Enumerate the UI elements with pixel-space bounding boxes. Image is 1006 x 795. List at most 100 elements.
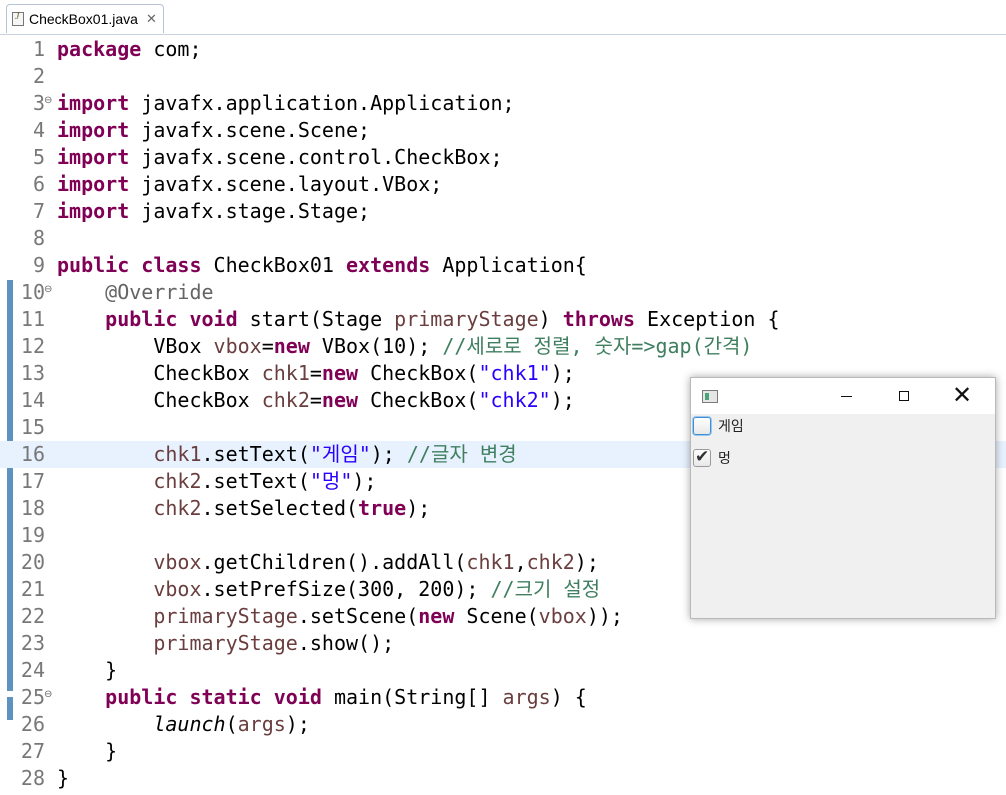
code-token: Exception { <box>635 307 780 331</box>
code-line[interactable]: 7 import javafx.stage.Stage; <box>0 198 1006 225</box>
code-token: CheckBox <box>57 361 262 385</box>
close-window-button[interactable]: ✕ <box>933 378 991 414</box>
code-token: CheckBox01 <box>201 253 346 277</box>
line-number: 1 <box>32 37 45 61</box>
code-line[interactable]: 6 import javafx.scene.layout.VBox; <box>0 171 1006 198</box>
code-token: ); <box>370 442 407 466</box>
code-token: new <box>273 334 310 358</box>
code-token: VBox(10); <box>309 334 443 358</box>
code-text: vbox.setPrefSize(300, 200); //크기 설정 <box>57 576 600 603</box>
code-token: vbox <box>538 604 587 628</box>
code-token: chk2 <box>526 550 575 574</box>
line-number: 26 <box>20 712 45 736</box>
code-token: ); <box>550 388 575 412</box>
code-token: primaryStage <box>394 307 539 331</box>
code-text: primaryStage.setScene(new Scene(vbox)); <box>57 603 623 630</box>
code-line[interactable]: 9 public class CheckBox01 extends Applica… <box>0 252 1006 279</box>
code-line[interactable]: 10 ⊖ @Override <box>0 279 1006 306</box>
code-text: @Override <box>57 279 214 306</box>
code-token: "chk1" <box>478 361 551 385</box>
code-line[interactable]: 8 <box>0 225 1006 252</box>
code-text: CheckBox chk1=new CheckBox("chk1"); <box>57 360 574 387</box>
code-line[interactable]: 12 VBox vbox=new VBox(10); //세로로 정렬, 숫자=… <box>0 333 1006 360</box>
code-token: ); <box>285 712 310 736</box>
code-line[interactable]: 27 } <box>0 738 1006 765</box>
maximize-button[interactable] <box>875 378 933 414</box>
code-token: .setText( <box>201 469 310 493</box>
fold-toggle-icon[interactable]: ⊖ <box>44 689 52 700</box>
code-token: chk2 <box>261 388 310 412</box>
code-text: vbox.getChildren().addAll(chk1,chk2); <box>57 549 599 576</box>
checkbox-label: 멍 <box>718 450 731 466</box>
editor-tab-checkbox01[interactable]: CheckBox01.java ✕ <box>6 4 164 33</box>
code-token: Application{ <box>430 253 587 277</box>
code-token: start(Stage <box>237 307 395 331</box>
line-number: 23 <box>20 631 45 655</box>
line-number: 13 <box>20 361 45 385</box>
code-line[interactable]: 28} <box>0 765 1006 792</box>
checkbox-meong[interactable]: ✔ 멍 <box>693 447 731 468</box>
code-token: new <box>321 361 359 385</box>
code-token: primaryStage <box>153 631 298 655</box>
code-token: javafx.stage.Stage; <box>129 199 371 223</box>
code-line[interactable]: 3 ⊖ import javafx.application.Application; <box>0 90 1006 117</box>
code-token: , <box>514 550 527 574</box>
checkbox-game[interactable]: 게임 <box>693 416 744 436</box>
code-text: import javafx.stage.Stage; <box>57 198 370 225</box>
code-token: .getChildren().addAll( <box>201 550 467 574</box>
close-tab-icon[interactable]: ✕ <box>146 11 157 27</box>
line-number: 10 <box>20 280 45 304</box>
window-titlebar[interactable]: ✕ <box>691 378 995 414</box>
code-token: new <box>418 604 455 628</box>
app-icon <box>702 390 718 403</box>
code-line[interactable]: 25 ⊖ public static void main(String[] arg… <box>0 684 1006 711</box>
code-text: import javafx.scene.Scene; <box>57 117 370 144</box>
line-number: 6 <box>32 172 45 196</box>
code-text: chk2.setSelected(true); <box>57 495 430 522</box>
code-line[interactable]: 2 <box>0 63 1006 90</box>
code-token: @Override <box>105 280 214 304</box>
code-token: true <box>358 496 407 520</box>
code-text: import javafx.scene.layout.VBox; <box>57 171 442 198</box>
code-token: ); <box>574 550 599 574</box>
code-line[interactable]: 5 import javafx.scene.control.CheckBox; <box>0 144 1006 171</box>
checkbox-box[interactable] <box>693 417 711 435</box>
code-line[interactable]: 1 package com; <box>0 36 1006 63</box>
code-line[interactable]: 26 launch(args); <box>0 711 1006 738</box>
code-token: gap <box>655 334 692 358</box>
code-token: (간격) <box>691 334 753 358</box>
code-token: new <box>321 388 359 412</box>
code-text: public class CheckBox01 extends Applicat… <box>57 252 587 279</box>
code-line[interactable]: 11 public void start(Stage primaryStage)… <box>0 306 1006 333</box>
code-token: primaryStage <box>153 604 298 628</box>
line-number: 21 <box>20 577 45 601</box>
code-line[interactable]: 23 primaryStage.show(); <box>0 630 1006 657</box>
code-token: } <box>57 766 70 790</box>
code-token: javafx.application.Application; <box>129 91 515 115</box>
code-text: launch(args); <box>57 711 310 738</box>
check-mark-icon: ✔ <box>695 447 710 466</box>
code-line[interactable]: 24 } <box>0 657 1006 684</box>
minimize-button[interactable] <box>817 378 875 414</box>
line-number: 22 <box>20 604 45 628</box>
code-line[interactable]: 4 import javafx.scene.Scene; <box>0 117 1006 144</box>
line-number: 14 <box>20 388 45 412</box>
fold-toggle-icon[interactable]: ⊖ <box>44 95 52 106</box>
checkbox-label: 게임 <box>718 418 744 434</box>
line-number: 11 <box>20 307 45 331</box>
code-text: } <box>57 765 69 792</box>
fold-toggle-icon[interactable]: ⊖ <box>44 284 52 295</box>
code-token: import <box>57 91 130 115</box>
line-number: 15 <box>20 415 45 439</box>
code-token: javafx.scene.layout.VBox; <box>129 172 443 196</box>
javafx-window: ✕ 게임 ✔ 멍 <box>690 377 996 619</box>
line-number: 25 <box>20 685 45 709</box>
line-number: 8 <box>32 226 45 250</box>
line-number: 3 <box>32 91 45 115</box>
checkbox-box[interactable]: ✔ <box>693 447 711 467</box>
